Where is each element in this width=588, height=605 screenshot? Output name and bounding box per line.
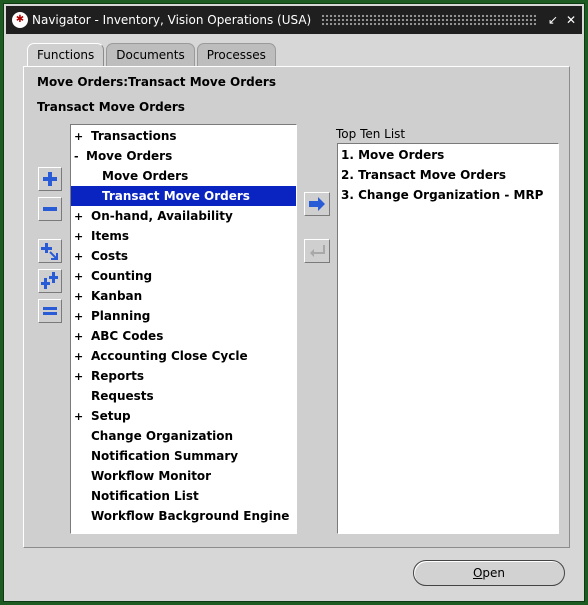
tree-row[interactable]: Workflow Background Engine (71, 506, 296, 526)
expand-node-icon[interactable]: + (74, 127, 91, 147)
collapse-all-icon (43, 307, 57, 315)
top-ten-list[interactable]: 1. Move Orders 2. Transact Move Orders 3… (337, 143, 559, 534)
top-ten-label: Top Ten List (336, 127, 406, 141)
tree-row-label: Workflow Background Engine (91, 509, 290, 523)
expand-button[interactable] (38, 167, 62, 191)
tree-row-label: Counting (91, 269, 153, 283)
tree-row-label: ABC Codes (91, 329, 164, 343)
expand-node-icon[interactable]: + (74, 307, 91, 327)
tree-row-label: Transact Move Orders (102, 189, 250, 203)
tree-row-selected[interactable]: Transact Move Orders (71, 186, 296, 206)
list-item[interactable]: 3. Change Organization - MRP (341, 185, 543, 205)
tree-row[interactable]: Workflow Monitor (71, 466, 296, 486)
tree-row[interactable]: + ABC Codes (71, 326, 296, 346)
tree-row-label: Requests (91, 389, 154, 403)
expand-node-icon[interactable]: + (74, 207, 91, 227)
tree-row[interactable]: - Move Orders (71, 146, 296, 166)
expand-all-button[interactable] (38, 269, 62, 293)
breadcrumb: Move Orders:Transact Move Orders (37, 75, 276, 89)
tree-row[interactable]: + On-hand, Availability (71, 206, 296, 226)
tree-row[interactable]: + Kanban (71, 286, 296, 306)
tab-bar: Functions Documents Processes (27, 43, 278, 68)
tree-row[interactable]: + Transactions (71, 126, 296, 146)
tree-row-label: Costs (91, 249, 129, 263)
functions-panel: Move Orders:Transact Move Orders Transac… (23, 66, 570, 548)
list-item[interactable]: 2. Transact Move Orders (341, 165, 506, 185)
expand-node-icon[interactable]: + (74, 347, 91, 367)
title-bar[interactable]: ✱ Navigator - Inventory, Vision Operatio… (6, 6, 582, 34)
arrow-right-icon (309, 197, 325, 211)
current-function-title: Transact Move Orders (37, 100, 185, 114)
collapse-button[interactable] (38, 197, 62, 221)
collapse-node-icon[interactable]: - (74, 147, 86, 167)
tree-row-label: Workflow Monitor (91, 469, 212, 483)
open-button[interactable]: Open (413, 560, 565, 586)
tree-row[interactable]: Change Organization (71, 426, 296, 446)
function-tree[interactable]: + Transactions - Move Orders Move Orders Tran… (70, 124, 297, 534)
tree-row-label: Setup (91, 409, 131, 423)
list-item[interactable]: 1. Move Orders (341, 145, 444, 165)
tree-row-label: Items (91, 229, 129, 243)
expand-node-icon[interactable]: + (74, 407, 91, 427)
collapse-all-button[interactable] (38, 299, 62, 323)
return-arrow-icon (310, 245, 325, 257)
open-label: pen (482, 566, 506, 580)
navigator-window: ✱ Navigator - Inventory, Vision Operatio… (0, 0, 588, 605)
expand-icon (43, 172, 57, 186)
tree-row-label: Move Orders (102, 169, 189, 183)
expand-node-icon[interactable]: + (74, 327, 91, 347)
window-title: Navigator - Inventory, Vision Operations… (32, 13, 312, 27)
tree-row-label: Move Orders (86, 149, 173, 163)
tree-row[interactable]: Notification List (71, 486, 296, 506)
expand-branch-button[interactable] (38, 239, 62, 263)
expand-branch-icon (41, 243, 58, 260)
expand-node-icon[interactable]: + (74, 367, 91, 387)
collapse-icon (43, 207, 57, 211)
tree-row-label: Planning (91, 309, 151, 323)
tab-documents[interactable]: Documents (106, 43, 195, 67)
tree-row-label: Change Organization (91, 429, 234, 443)
tree-row[interactable]: + Counting (71, 266, 296, 286)
tree-row[interactable]: Requests (71, 386, 296, 406)
tree-row-label: Accounting Close Cycle (91, 349, 248, 363)
tab-processes[interactable]: Processes (196, 43, 276, 67)
tree-row-label: Notification Summary (91, 449, 239, 463)
expand-node-icon[interactable]: + (74, 247, 91, 267)
tree-row-label: Kanban (91, 289, 143, 303)
add-to-top-ten-button[interactable] (304, 192, 330, 216)
tree-row[interactable]: + Setup (71, 406, 296, 426)
tree-row-label: Reports (91, 369, 145, 383)
minimize-icon[interactable]: ↙ (546, 13, 560, 27)
tree-row[interactable]: + Items (71, 226, 296, 246)
close-icon[interactable]: ✕ (564, 13, 578, 27)
tree-row[interactable]: + Reports (71, 366, 296, 386)
tree-row[interactable]: + Planning (71, 306, 296, 326)
tree-row-label: On-hand, Availability (91, 209, 233, 223)
tree-row[interactable]: + Costs (71, 246, 296, 266)
tree-row[interactable]: + Accounting Close Cycle (71, 346, 296, 366)
tab-functions[interactable]: Functions (27, 43, 105, 68)
tree-row-label: Transactions (91, 129, 177, 143)
tree-row[interactable]: Move Orders (71, 166, 296, 186)
tree-row[interactable]: Notification Summary (71, 446, 296, 466)
title-grip (321, 14, 536, 26)
oracle-logo-icon: ✱ (12, 12, 28, 28)
expand-node-icon[interactable]: + (74, 287, 91, 307)
remove-from-top-ten-button[interactable] (304, 239, 330, 263)
tree-row-label: Notification List (91, 489, 199, 503)
expand-node-icon[interactable]: + (74, 227, 91, 247)
open-access-key: O (472, 566, 483, 580)
expand-all-icon (41, 272, 58, 289)
expand-node-icon[interactable]: + (74, 267, 91, 287)
